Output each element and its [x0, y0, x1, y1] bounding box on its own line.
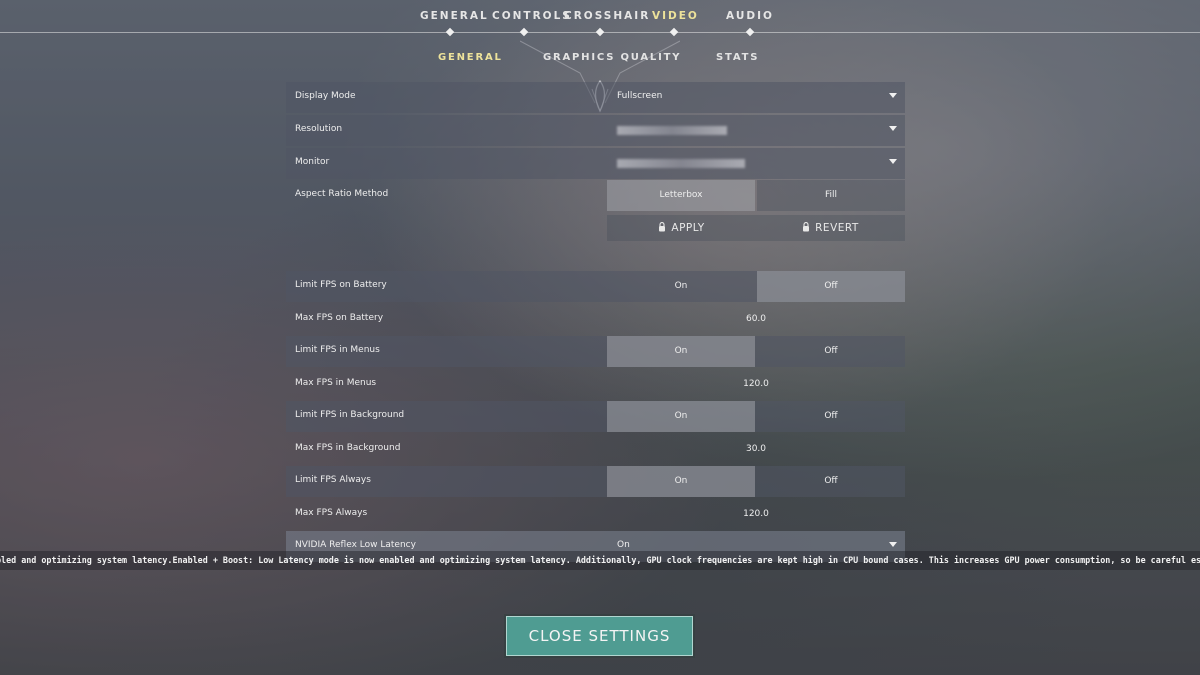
- aspect-ratio-label: Aspect Ratio Method: [295, 189, 389, 199]
- subtab-stats[interactable]: STATS: [716, 52, 759, 63]
- limit-fps-background-label: Limit FPS in Background: [295, 410, 405, 420]
- limit-fps-battery-label: Limit FPS on Battery: [295, 280, 387, 290]
- tooltip-text: bled and optimizing system latency.Enabl…: [0, 555, 1200, 565]
- limit-fps-background-off[interactable]: Off: [757, 401, 905, 432]
- display-mode-dropdown[interactable]: Fullscreen: [607, 82, 905, 113]
- limit-fps-battery-off[interactable]: Off: [757, 271, 905, 302]
- max-fps-menus-label: Max FPS in Menus: [295, 378, 377, 388]
- resolution-value-redacted: [617, 126, 727, 135]
- max-fps-background-value[interactable]: 30.0: [607, 434, 905, 465]
- resolution-label: Resolution: [295, 124, 343, 134]
- row-aspect-ratio: Aspect Ratio Method Letterbox Fill: [286, 180, 905, 211]
- lock-icon: [803, 222, 810, 232]
- row-limit-fps-menus: Limit FPS in Menus On Off: [286, 336, 905, 367]
- close-settings-button[interactable]: CLOSE SETTINGS: [506, 616, 693, 656]
- nvidia-reflex-label: NVIDIA Reflex Low Latency: [295, 540, 416, 550]
- row-display-mode: Display Mode Fullscreen: [286, 82, 905, 113]
- limit-fps-menus-label: Limit FPS in Menus: [295, 345, 380, 355]
- tab-controls[interactable]: CONTROLS: [492, 10, 570, 24]
- chevron-down-icon: [889, 93, 897, 98]
- limit-fps-menus-off[interactable]: Off: [757, 336, 905, 367]
- max-fps-background-label: Max FPS in Background: [295, 443, 401, 453]
- apply-revert-bar: APPLY REVERT: [607, 215, 905, 241]
- chevron-down-icon: [889, 126, 897, 131]
- chevron-down-icon: [889, 159, 897, 164]
- tooltip-strip: bled and optimizing system latency.Enabl…: [0, 551, 1200, 570]
- limit-fps-always-off[interactable]: Off: [757, 466, 905, 497]
- chevron-down-icon: [889, 542, 897, 547]
- row-limit-fps-background: Limit FPS in Background On Off: [286, 401, 905, 432]
- tab-video[interactable]: VIDEO: [652, 10, 697, 24]
- tab-crosshair[interactable]: CROSSHAIR: [564, 10, 648, 24]
- aspect-fill-option[interactable]: Fill: [757, 180, 905, 211]
- monitor-label: Monitor: [295, 157, 330, 167]
- revert-button[interactable]: REVERT: [756, 215, 905, 241]
- max-fps-battery-value[interactable]: 60.0: [607, 304, 905, 335]
- max-fps-always-value[interactable]: 120.0: [607, 499, 905, 530]
- row-max-fps-background: Max FPS in Background 30.0: [286, 434, 905, 465]
- lock-icon: [659, 222, 666, 232]
- limit-fps-menus-on[interactable]: On: [607, 336, 755, 367]
- row-limit-fps-battery: Limit FPS on Battery On Off: [286, 271, 905, 302]
- subtab-graphics-quality[interactable]: GRAPHICS QUALITY: [543, 52, 681, 63]
- monitor-dropdown[interactable]: [607, 148, 905, 179]
- row-max-fps-always: Max FPS Always 120.0: [286, 499, 905, 530]
- row-monitor: Monitor: [286, 148, 905, 179]
- resolution-dropdown[interactable]: [607, 115, 905, 146]
- limit-fps-background-on[interactable]: On: [607, 401, 755, 432]
- max-fps-menus-value[interactable]: 120.0: [607, 369, 905, 400]
- limit-fps-always-on[interactable]: On: [607, 466, 755, 497]
- apply-label: APPLY: [671, 222, 705, 234]
- row-max-fps-battery: Max FPS on Battery 60.0: [286, 304, 905, 335]
- tab-audio[interactable]: AUDIO: [726, 10, 774, 24]
- subtab-general[interactable]: GENERAL: [438, 52, 503, 63]
- revert-label: REVERT: [815, 222, 859, 234]
- display-mode-label: Display Mode: [295, 91, 356, 101]
- aspect-letterbox-option[interactable]: Letterbox: [607, 180, 755, 211]
- limit-fps-always-label: Limit FPS Always: [295, 475, 371, 485]
- max-fps-battery-label: Max FPS on Battery: [295, 313, 384, 323]
- tab-general-marker: [445, 27, 455, 37]
- nvidia-reflex-value: On: [617, 540, 630, 550]
- row-limit-fps-always: Limit FPS Always On Off: [286, 466, 905, 497]
- display-mode-value: Fullscreen: [617, 91, 663, 101]
- row-max-fps-menus: Max FPS in Menus 120.0: [286, 369, 905, 400]
- apply-button[interactable]: APPLY: [607, 215, 756, 241]
- monitor-value-redacted: [617, 159, 745, 168]
- row-resolution: Resolution: [286, 115, 905, 146]
- limit-fps-battery-on[interactable]: On: [607, 271, 755, 302]
- tab-general[interactable]: GENERAL: [420, 10, 487, 24]
- tab-audio-marker: [745, 27, 755, 37]
- max-fps-always-label: Max FPS Always: [295, 508, 368, 518]
